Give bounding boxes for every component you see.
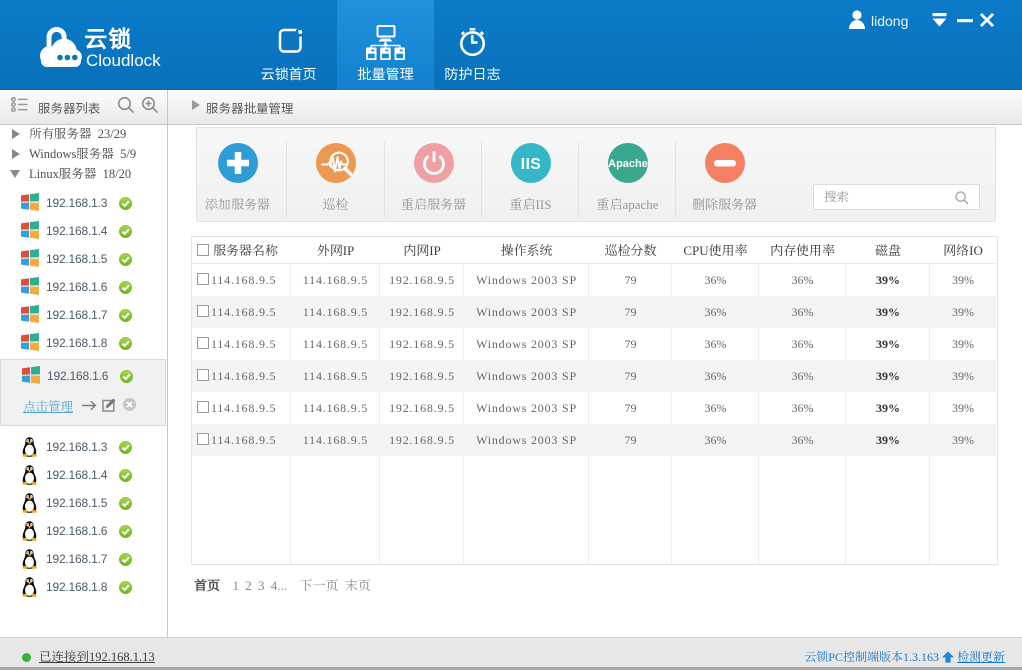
svg-text:IIS: IIS: [520, 156, 540, 173]
svg-text:Apache: Apache: [608, 158, 648, 170]
